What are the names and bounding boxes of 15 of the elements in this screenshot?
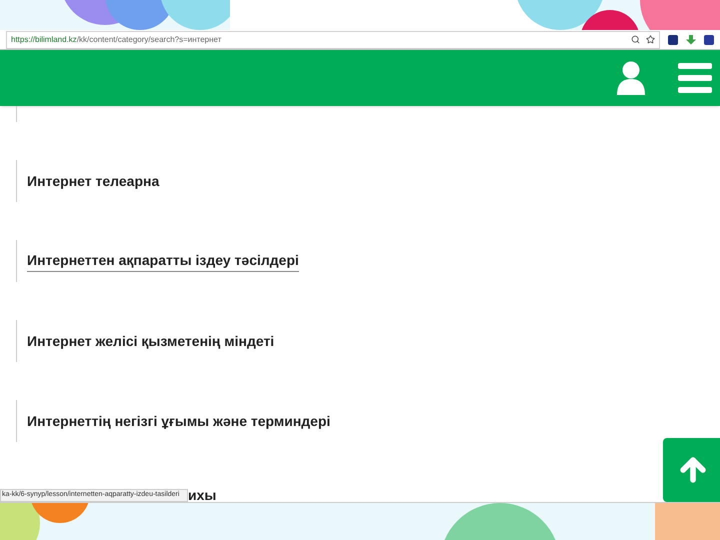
result-link[interactable]: Интернет телеарна (27, 170, 160, 192)
result-link[interactable]: Интернет желісі қызметенің міндеті (27, 330, 274, 352)
zoom-icon[interactable] (631, 35, 640, 44)
menu-icon[interactable] (678, 63, 712, 93)
extension-icon[interactable] (704, 34, 714, 44)
result-link[interactable]: ихы (188, 489, 216, 502)
extension-icon[interactable] (668, 34, 678, 44)
user-icon[interactable] (616, 61, 646, 95)
result-link[interactable]: Интернеттің негізгі ұғымы және терминдері (27, 410, 330, 432)
url-field[interactable]: https://bilimland.kz/kk/content/category/search?s=интернет (6, 30, 660, 48)
result-link[interactable]: Интернеттен ақпаратты іздеу тәсілдері (27, 250, 299, 272)
scroll-to-top-button[interactable] (663, 438, 720, 502)
bookmark-star-icon[interactable] (646, 35, 655, 44)
url-host: https://bilimland.kz (11, 34, 77, 46)
url-path: /kk/content/category/search?s=интернет (76, 34, 222, 46)
